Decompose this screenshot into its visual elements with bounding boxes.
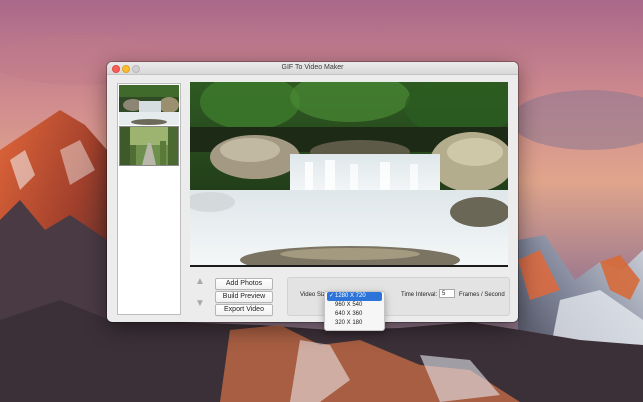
video-size-option[interactable]: 960 X 540 (327, 301, 382, 310)
preview-divider (190, 265, 508, 267)
waterfall-preview-image (190, 82, 508, 265)
video-size-option-label: 1280 X 720 (335, 293, 366, 299)
settings-panel: Video Size: Time Interval: 5 Frames / Se… (287, 277, 510, 316)
add-photos-button[interactable]: Add Photos (215, 278, 273, 290)
time-interval-input[interactable]: 5 (439, 289, 455, 298)
time-interval-label: Time Interval: (401, 292, 438, 298)
video-size-dropdown-menu[interactable]: ✓ 1280 X 720 960 X 540 640 X 360 320 X 1… (324, 291, 385, 331)
video-size-option-selected[interactable]: ✓ 1280 X 720 (327, 292, 382, 301)
video-preview (190, 82, 508, 265)
move-down-icon[interactable]: ▼ (195, 299, 205, 309)
thumbnail-item-selected[interactable] (119, 126, 179, 166)
thumbnail-item[interactable] (119, 85, 179, 125)
export-video-button[interactable]: Export Video (215, 304, 273, 316)
forest-path-thumbnail-image (120, 127, 178, 165)
waterfall-thumbnail-image (119, 85, 179, 125)
frames-per-second-label: Frames / Second (459, 292, 505, 298)
video-size-option[interactable]: 320 X 180 (327, 319, 382, 328)
checkmark-icon: ✓ (329, 293, 335, 299)
title-bar[interactable]: GIF To Video Maker (107, 62, 518, 75)
move-up-icon[interactable]: ▲ (195, 277, 205, 287)
video-size-option[interactable]: 640 X 360 (327, 310, 382, 319)
thumbnail-list[interactable] (117, 83, 181, 315)
window-title: GIF To Video Maker (281, 64, 344, 71)
app-window: GIF To Video Maker ▲ ▼ Add Photos Build … (107, 62, 518, 322)
build-preview-button[interactable]: Build Preview (215, 291, 273, 303)
